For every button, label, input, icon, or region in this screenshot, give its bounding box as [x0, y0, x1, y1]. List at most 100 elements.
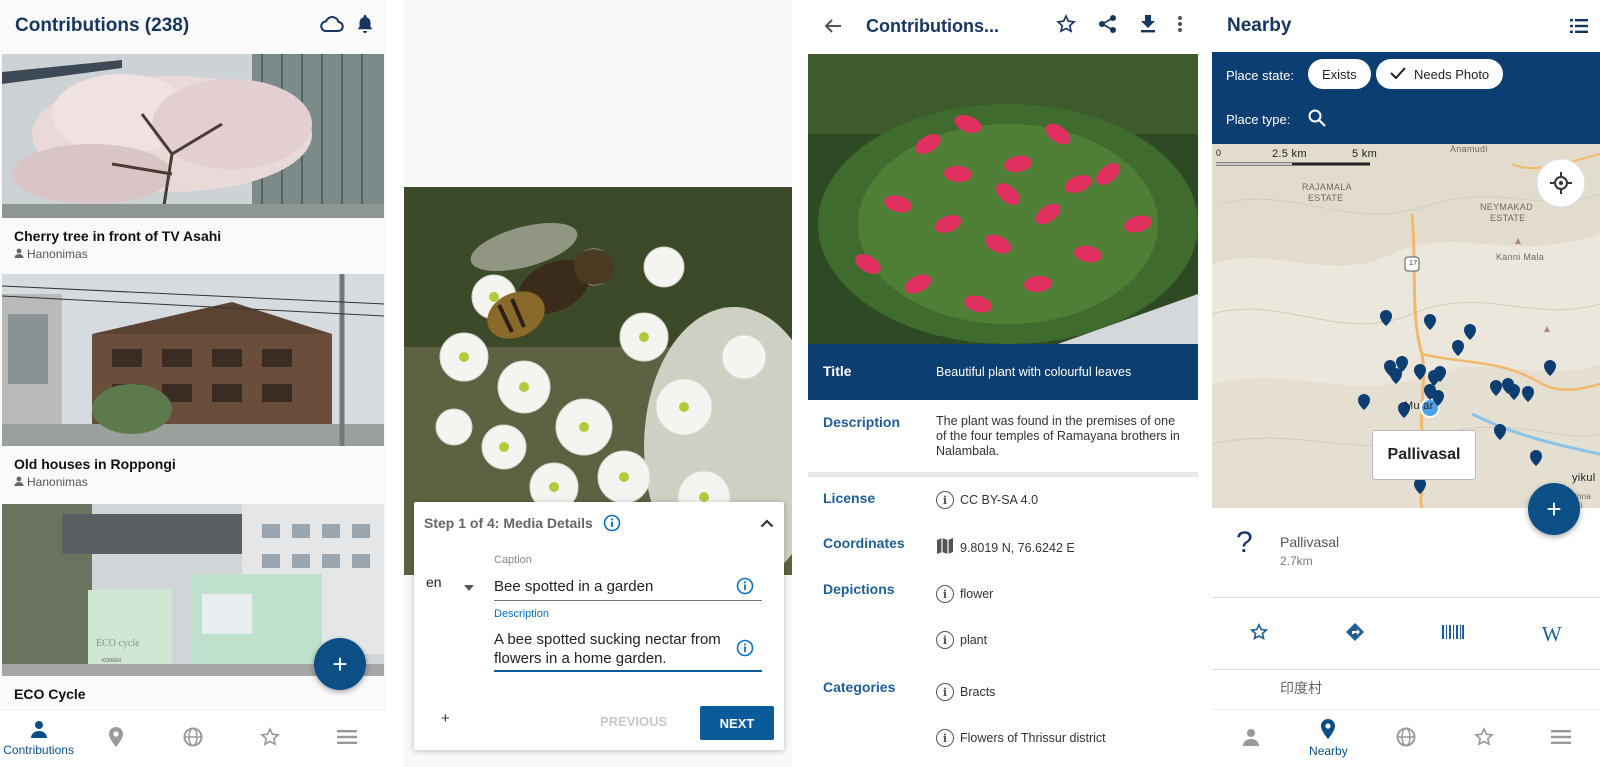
star-icon[interactable]: [1056, 13, 1076, 39]
nav-bookmarks[interactable]: [235, 713, 305, 765]
map-label: RAJAMALA: [1302, 182, 1352, 192]
nearby-topbar: Nearby: [1212, 0, 1600, 52]
contributions-screen: Contributions (238) Cherry tree in front…: [0, 0, 386, 767]
panel-header[interactable]: Step 1 of 4: Media Details: [414, 502, 784, 544]
license-label: License: [823, 490, 876, 506]
language-select[interactable]: en: [426, 573, 442, 592]
caption-input[interactable]: Bee spotted in a garden: [494, 577, 724, 596]
dropdown-arrow-icon[interactable]: [464, 578, 474, 596]
brand-text: KOIKEN: [102, 658, 121, 664]
globe-icon: [1396, 727, 1416, 750]
nav-more[interactable]: [312, 713, 382, 765]
contribution-card[interactable]: Old houses in Roppongi Hanonimas: [2, 274, 384, 492]
step-title: Step 1 of 4: Media Details: [424, 515, 593, 531]
title-value: Beautiful plant with colourful leaves: [936, 365, 1132, 379]
title-row: Title Beautiful plant with colourful lea…: [808, 344, 1198, 400]
map-label: ESTATE: [1490, 213, 1526, 223]
info-icon: i: [936, 491, 954, 509]
list-view-icon[interactable]: [1570, 19, 1588, 33]
contribution-author: Hanonimas: [2, 244, 384, 264]
media-photo[interactable]: [808, 54, 1198, 344]
road-label: 17: [1409, 260, 1418, 267]
description-label: Description: [823, 414, 901, 430]
depiction-text: flower: [960, 586, 994, 601]
cloud-icon[interactable]: [320, 15, 344, 38]
license-value[interactable]: i CC BY-SA 4.0: [936, 491, 1038, 509]
contribution-caption: Old houses in Roppongi: [14, 456, 176, 472]
person-icon: [14, 247, 24, 261]
partial-place-name: 印度村: [1280, 680, 1322, 696]
category-item[interactable]: i Flowers of Thrissur district: [936, 729, 1106, 747]
nav-nearby[interactable]: [81, 713, 151, 765]
star-icon: [1473, 727, 1494, 750]
sign-text: ECO cycle: [96, 638, 140, 649]
nav-nearby[interactable]: Nearby: [1293, 713, 1363, 765]
nav-explore[interactable]: [158, 713, 228, 765]
add-description-button[interactable]: +: [441, 710, 450, 727]
share-icon[interactable]: [1098, 14, 1118, 39]
add-contribution-button[interactable]: +: [314, 638, 366, 690]
place-name: Pallivasal: [1280, 534, 1340, 550]
previous-button[interactable]: PREVIOUS: [600, 714, 667, 729]
wikipedia-icon[interactable]: W: [1542, 622, 1562, 647]
filter-bar: Place state: Exists Needs Photo Place ty…: [1212, 52, 1600, 144]
download-icon[interactable]: [1140, 14, 1156, 38]
categories-label: Categories: [823, 679, 896, 695]
caption-info-icon[interactable]: [736, 577, 754, 600]
nav-contributions[interactable]: [1216, 713, 1286, 765]
map-icon: [936, 537, 954, 559]
coordinates-label: Coordinates: [823, 535, 905, 551]
info-icon: i: [936, 683, 954, 701]
contribution-card[interactable]: Cherry tree in front of TV Asahi Hanonim…: [2, 54, 384, 264]
nav-contributions[interactable]: Contributions: [3, 713, 74, 765]
contribution-author: Hanonimas: [2, 472, 384, 492]
contributions-topbar: Contributions (238): [0, 0, 386, 52]
nav-explore[interactable]: [1371, 713, 1441, 765]
map-label: Kanni Mala: [1496, 252, 1545, 262]
search-icon[interactable]: [1308, 109, 1326, 130]
place-list-item[interactable]: ? Pallivasal 2.7km: [1212, 508, 1600, 598]
info-icon: i: [936, 631, 954, 649]
map-label: ESTATE: [1308, 193, 1344, 203]
map-label: yikul: [1572, 472, 1596, 484]
map-label: NEYMAKAD: [1480, 202, 1533, 212]
chip-needs-photo[interactable]: Needs Photo: [1376, 59, 1504, 89]
nearby-map[interactable]: 0 2.5 km 5 km Anamudi RAJAMALA ESTATE NE…: [1212, 144, 1600, 508]
checkmark-icon: [1390, 66, 1406, 82]
contribution-caption: Cherry tree in front of TV Asahi: [14, 228, 222, 244]
chevron-up-icon[interactable]: [760, 515, 774, 531]
barcode-icon[interactable]: [1441, 624, 1465, 645]
depiction-item[interactable]: i flower: [936, 585, 993, 603]
nav-bookmarks[interactable]: [1449, 713, 1519, 765]
description-info-icon[interactable]: [736, 639, 754, 662]
map-callout[interactable]: Pallivasal: [1372, 430, 1476, 480]
place-state-label: Place state:: [1226, 68, 1294, 83]
menu-icon: [1551, 730, 1572, 747]
next-button[interactable]: NEXT: [700, 706, 774, 740]
bell-icon[interactable]: [356, 14, 374, 39]
info-icon: i: [936, 729, 954, 747]
back-arrow-icon[interactable]: [824, 18, 842, 34]
bookmark-star-icon[interactable]: [1250, 622, 1269, 646]
description-input[interactable]: A bee spotted sucking nectar from flower…: [494, 630, 728, 668]
details-topbar: Contributions...: [808, 0, 1198, 52]
bottom-navigation: Nearby: [1212, 709, 1600, 767]
description-value: The plant was found in the premises of o…: [936, 414, 1180, 458]
section-divider: [808, 472, 1198, 477]
chip-exists[interactable]: Exists: [1308, 59, 1371, 89]
directions-icon[interactable]: [1345, 622, 1365, 647]
plus-icon: +: [332, 648, 348, 679]
info-icon[interactable]: [603, 514, 621, 532]
place-type-label: Place type:: [1226, 112, 1291, 127]
person-icon: [30, 720, 48, 741]
coordinates-value[interactable]: 9.8019 N, 76.6242 E: [936, 537, 1075, 559]
person-icon: [1242, 728, 1260, 749]
category-item[interactable]: i Bracts: [936, 683, 995, 701]
scale-label: 2.5 km: [1272, 148, 1307, 160]
nav-more[interactable]: [1526, 713, 1596, 765]
contribution-photo[interactable]: [2, 274, 384, 446]
contribution-photo[interactable]: [2, 54, 384, 218]
more-vert-icon[interactable]: [1178, 15, 1182, 37]
map-label: Mu ar: [1404, 400, 1434, 412]
depiction-item[interactable]: i plant: [936, 631, 987, 649]
